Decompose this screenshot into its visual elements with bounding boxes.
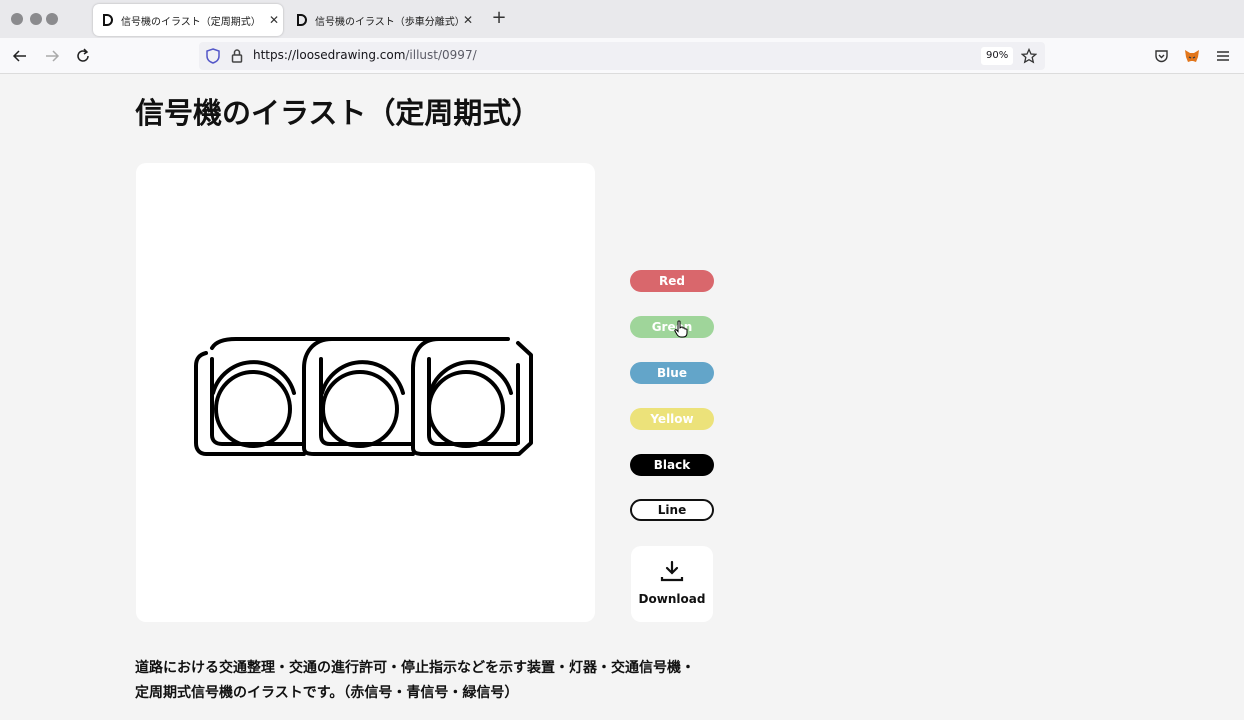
url-bar[interactable]: https://loosedrawing.com/illust/0997/ 90… (199, 42, 1045, 70)
url-host: https://loosedrawing.com (253, 48, 406, 62)
download-button[interactable]: Download (631, 546, 713, 622)
forward-button[interactable] (42, 46, 62, 66)
site-favicon-icon (103, 14, 113, 26)
close-tab-icon[interactable]: ✕ (459, 13, 477, 27)
download-label: Download (638, 592, 706, 606)
reload-button[interactable] (73, 46, 93, 66)
tab-inactive[interactable]: 信号機のイラスト（歩車分離式） ✕ (287, 4, 477, 36)
pocket-icon (1154, 49, 1168, 62)
close-tab-icon[interactable]: ✕ (265, 13, 283, 27)
pocket-button[interactable] (1151, 46, 1171, 66)
fox-icon (1185, 50, 1199, 62)
back-button[interactable] (10, 46, 30, 66)
color-yellow-button[interactable]: Yellow (630, 408, 714, 430)
browser-window: 信号機のイラスト（定周期式） | L ✕ 信号機のイラスト（歩車分離式） ✕ + (0, 0, 1244, 720)
menu-button[interactable] (1213, 46, 1233, 66)
tab-strip: 信号機のイラスト（定周期式） | L ✕ 信号機のイラスト（歩車分離式） ✕ + (0, 0, 1244, 38)
hamburger-menu-icon (1217, 51, 1229, 61)
url-path: /illust/0997/ (405, 48, 477, 62)
color-black-button[interactable]: Black (630, 454, 714, 476)
hand-pointer-cursor-icon (674, 320, 688, 338)
maximize-window-button[interactable] (46, 13, 58, 25)
tab-title: 信号機のイラスト（歩車分離式） (315, 16, 459, 28)
site-favicon-icon (297, 14, 307, 26)
reload-icon (77, 48, 89, 62)
tab-title: 信号機のイラスト（定周期式） | L (121, 16, 265, 28)
arrow-left-icon (12, 50, 26, 62)
tab-active[interactable]: 信号機のイラスト（定周期式） | L ✕ (93, 4, 283, 36)
shield-icon[interactable] (206, 48, 220, 64)
color-green-button[interactable]: Green (630, 316, 714, 338)
new-tab-button[interactable]: + (489, 8, 509, 28)
star-bookmark-icon[interactable] (1021, 48, 1037, 64)
download-icon (660, 560, 684, 582)
color-red-button[interactable]: Red (630, 270, 714, 292)
close-window-button[interactable] (11, 13, 23, 25)
description-line: 定周期式信号機のイラストです。（赤信号・青信号・緑信号） (135, 685, 519, 701)
traffic-light-illustration (194, 337, 533, 456)
color-blue-button[interactable]: Blue (630, 362, 714, 384)
metamask-extension-button[interactable] (1182, 46, 1202, 66)
zoom-level-badge[interactable]: 90% (981, 47, 1014, 65)
navigation-bar: https://loosedrawing.com/illust/0997/ 90… (0, 38, 1244, 74)
arrow-right-icon (46, 50, 60, 62)
lock-icon[interactable] (231, 48, 243, 64)
description-line: 道路における交通整理・交通の進行許可・停止指示などを示す装置・灯器・交通信号機・ (135, 660, 695, 676)
illustration-description: 道路における交通整理・交通の進行許可・停止指示などを示す装置・灯器・交通信号機・… (135, 656, 735, 706)
url-text[interactable]: https://loosedrawing.com/illust/0997/ (253, 48, 477, 62)
illustration-card (136, 163, 595, 622)
page-title: 信号機のイラスト（定周期式） (135, 96, 541, 130)
minimize-window-button[interactable] (30, 13, 42, 25)
color-line-button[interactable]: Line (630, 499, 714, 521)
